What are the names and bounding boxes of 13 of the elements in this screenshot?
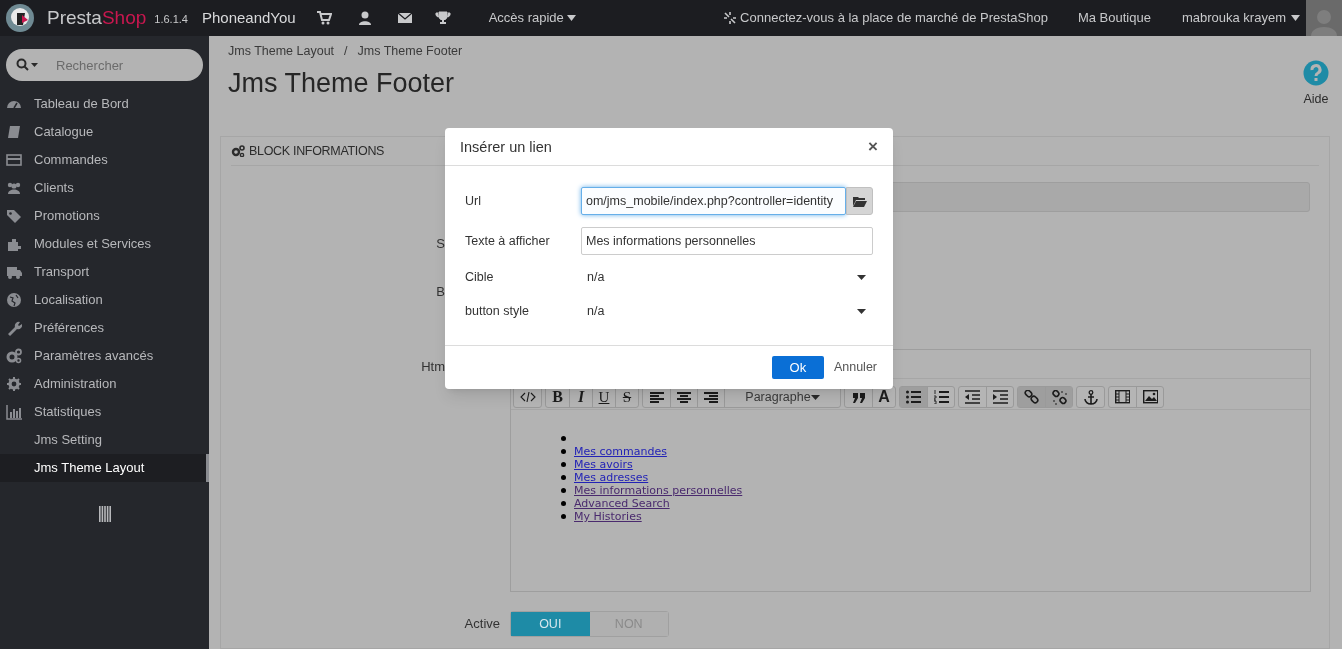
version-label: 1.6.1.4	[154, 12, 188, 28]
field-label: S	[435, 235, 445, 253]
field-label: button style	[465, 302, 530, 320]
field-label: Active	[463, 615, 500, 634]
page-title: Jms Theme Footer	[228, 66, 455, 100]
field-label: B	[435, 282, 445, 301]
brand-name: PrestaShop	[47, 5, 147, 30]
breadcrumb-separator: /	[344, 43, 348, 60]
field-label: Htm	[420, 358, 445, 376]
dialog-title: Insérer un lien	[460, 137, 552, 157]
field-label: Texte à afficher	[465, 232, 551, 250]
field-label: Cible	[465, 268, 495, 286]
field-label: Url	[465, 192, 482, 210]
